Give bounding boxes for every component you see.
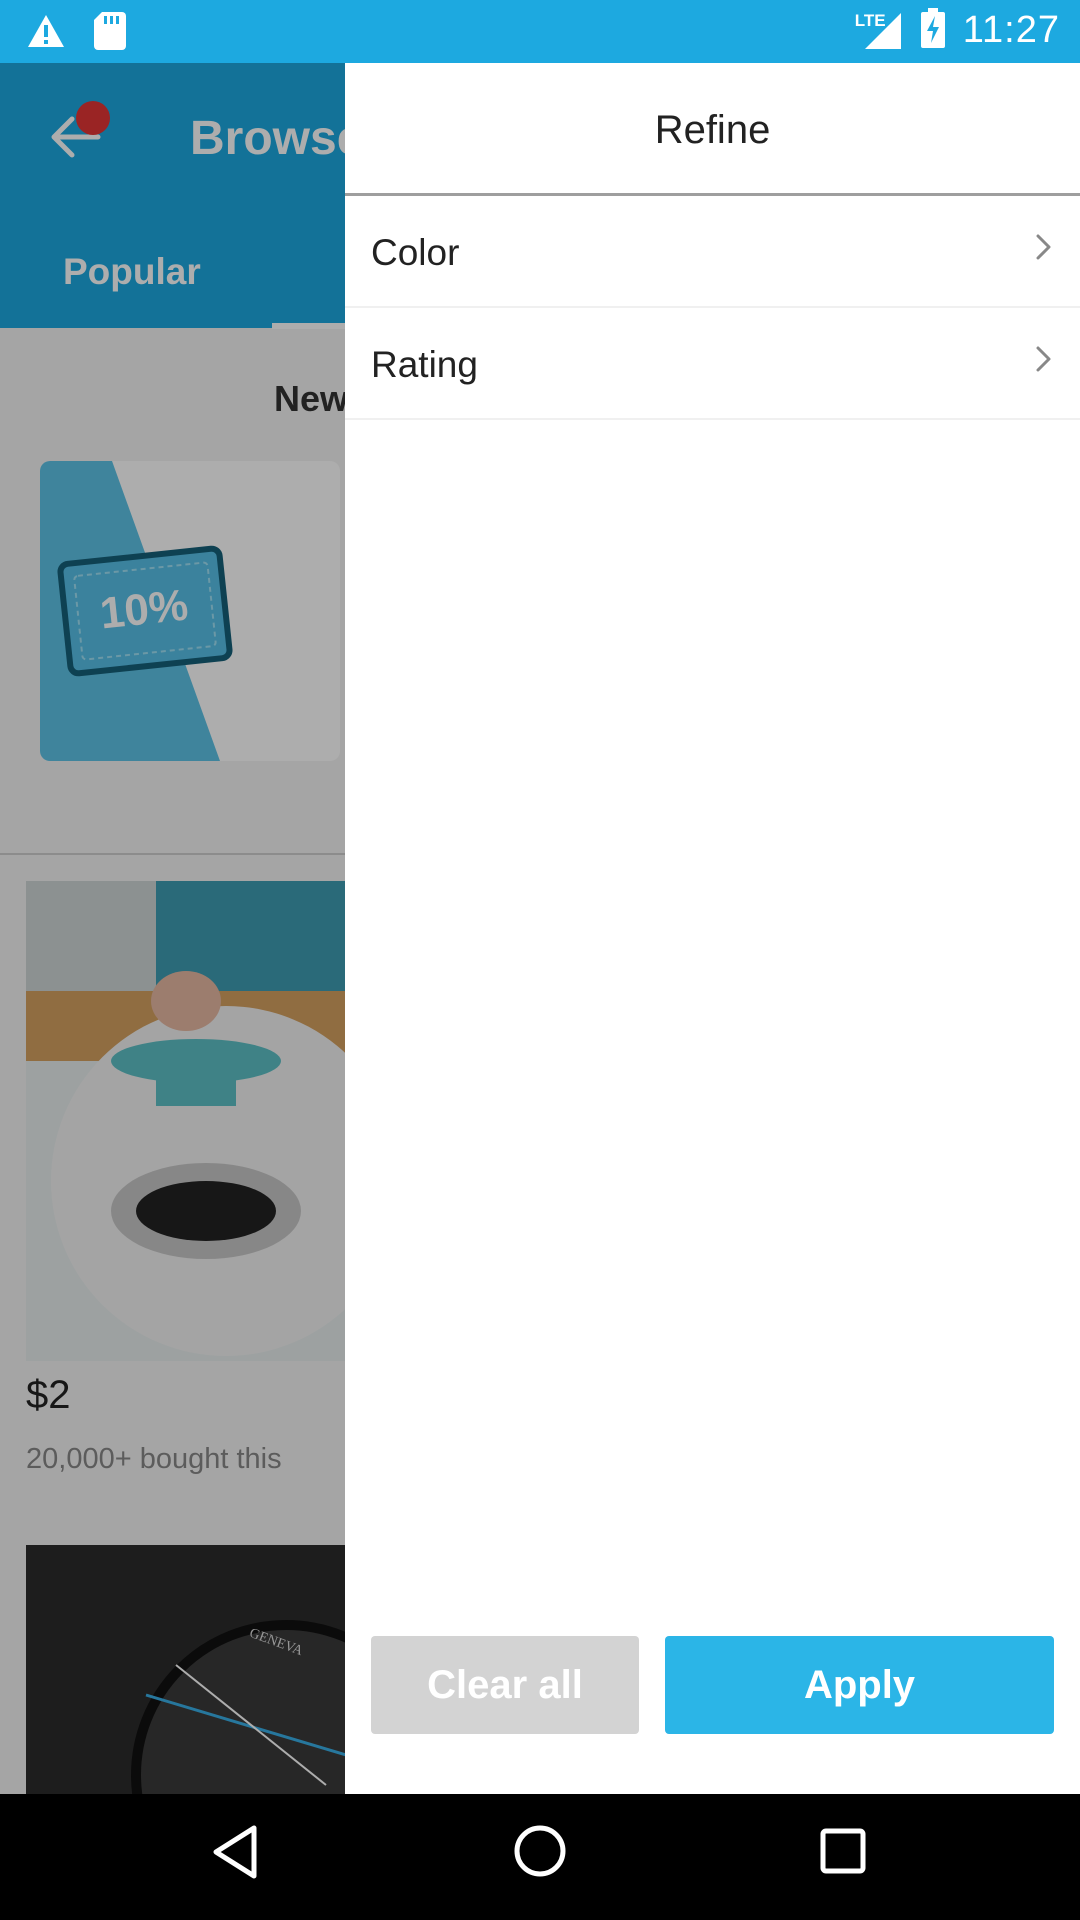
status-bar: LTE 11:27	[0, 0, 1080, 63]
recents-nav-icon[interactable]	[820, 1828, 866, 1879]
battery-charging-icon	[920, 8, 945, 53]
filter-row-rating[interactable]: Rating	[345, 308, 1080, 420]
home-nav-icon[interactable]	[513, 1824, 567, 1883]
chevron-right-icon	[1034, 232, 1054, 267]
sd-card-icon	[94, 12, 126, 55]
refine-drawer: Refine Color Rating Clear all Apply	[345, 63, 1080, 1794]
filter-label: Rating	[371, 344, 478, 385]
clear-all-button[interactable]: Clear all	[371, 1636, 639, 1734]
clock: 11:27	[962, 9, 1060, 51]
back-nav-icon[interactable]	[212, 1824, 260, 1885]
chevron-right-icon	[1034, 344, 1054, 379]
filter-label: Color	[371, 232, 460, 273]
drawer-title: Refine	[654, 108, 771, 152]
navigation-bar	[0, 1794, 1080, 1920]
network-type: LTE	[854, 10, 886, 30]
filter-row-color[interactable]: Color	[345, 196, 1080, 308]
warning-icon	[26, 13, 66, 54]
scrim-overlay[interactable]	[0, 63, 345, 1794]
apply-button[interactable]: Apply	[665, 1636, 1054, 1734]
signal-icon: LTE	[855, 11, 903, 51]
